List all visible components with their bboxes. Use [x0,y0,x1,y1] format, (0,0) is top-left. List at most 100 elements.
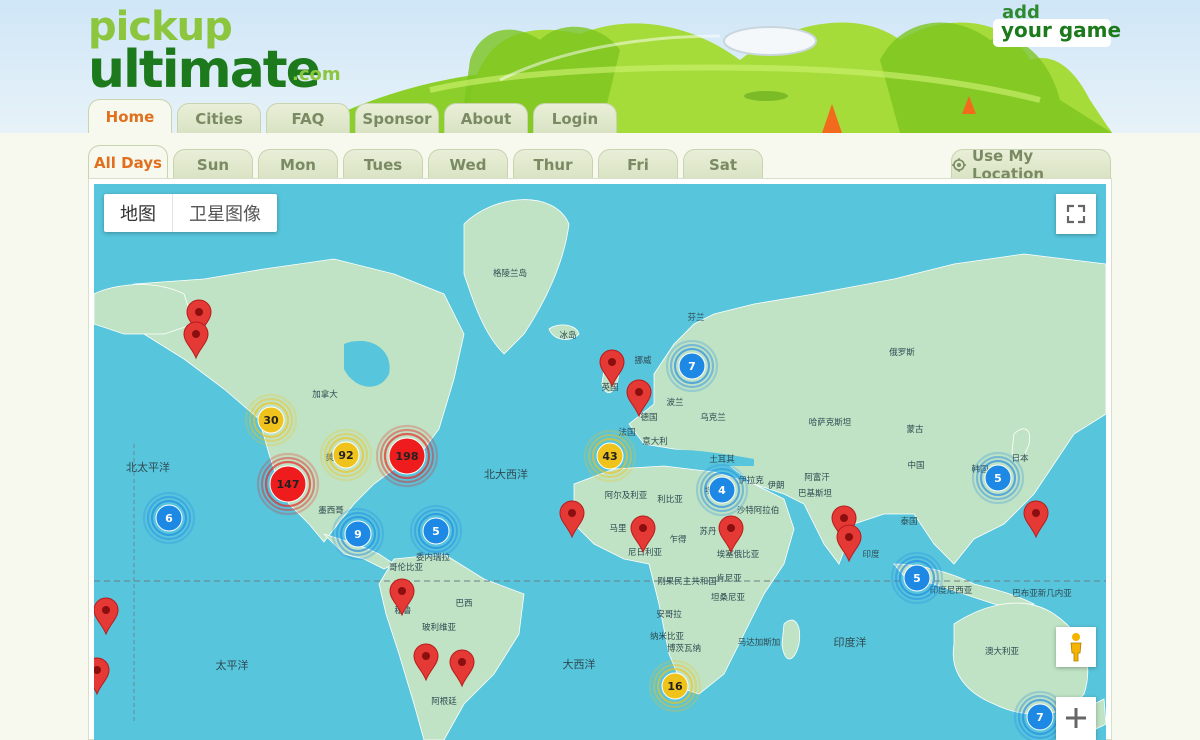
map-label: 土耳其 [709,454,735,465]
tab-cities[interactable]: Cities [177,103,261,133]
world-map[interactable]: 格陵兰岛冰岛芬兰挪威英国德国波兰乌克兰法国意大利加拿大美国墨西哥北太平洋北大西洋… [94,184,1106,740]
map-label: 意大利 [642,436,668,447]
cluster-count[interactable]: 16 [667,680,683,693]
map-label: 坦桑尼亚 [711,592,746,603]
game-cluster-marker[interactable]: 9 [331,507,385,561]
map-label: 阿富汗 [804,472,830,483]
map-label: 印度 [862,549,880,560]
tab-thur[interactable]: Thur [513,149,593,179]
use-my-location-button[interactable]: Use My Location [951,147,1111,183]
game-cluster-marker[interactable]: 7 [665,339,719,393]
cluster-count[interactable]: 92 [338,449,353,462]
map-label: 中国 [907,460,924,471]
game-cluster-marker[interactable]: 147 [256,452,320,516]
map-label: 埃塞俄比亚 [717,549,760,560]
zoom-in-button[interactable] [1056,697,1096,740]
map-label: 阿根廷 [431,696,457,707]
logo-ultimate: ultimate [88,40,321,100]
map-label: 太平洋 [216,658,249,672]
tab-faq[interactable]: FAQ [266,103,350,133]
map-label: 利比亚 [657,494,683,505]
game-cluster-marker[interactable]: 43 [583,429,637,483]
map-label: 巴布亚新几内亚 [1012,588,1072,599]
game-cluster-marker[interactable]: 198 [375,424,439,488]
game-cluster-marker[interactable]: 6 [142,491,196,545]
cluster-count[interactable]: 30 [263,414,279,427]
map-label: 俄罗斯 [889,347,915,358]
cluster-count[interactable]: 147 [277,478,300,491]
cluster-count[interactable]: 9 [354,528,362,541]
game-cluster-marker[interactable]: 5 [971,451,1025,505]
tab-login[interactable]: Login [533,103,617,133]
tab-wed[interactable]: Wed [428,149,508,179]
map-type-map-button[interactable]: 地图 [104,194,172,232]
map-label: 马里 [609,524,627,534]
map-label: 伊朗 [767,480,784,491]
map-label: 博茨瓦纳 [667,643,701,654]
cluster-count[interactable]: 6 [165,512,173,525]
game-cluster-marker[interactable]: 4 [695,463,749,517]
tab-mon[interactable]: Mon [258,149,338,179]
game-cluster-marker[interactable]: 5 [890,551,944,605]
cluster-count[interactable]: 198 [396,450,419,463]
map-label: 安哥拉 [656,609,682,620]
cluster-count[interactable]: 5 [432,525,440,538]
map-label: 泰国 [900,516,917,527]
map-label: 北大西洋 [484,467,528,481]
map-label: 马达加斯加 [738,637,781,648]
map-label: 加拿大 [312,389,338,400]
add-game-label[interactable]: your game [1001,18,1121,42]
fullscreen-icon [1066,204,1086,224]
cluster-count[interactable]: 4 [718,484,726,497]
map-canvas[interactable]: 格陵兰岛冰岛芬兰挪威英国德国波兰乌克兰法国意大利加拿大美国墨西哥北太平洋北大西洋… [94,184,1106,740]
map-label: 哥伦比亚 [389,562,424,573]
pegman-icon [1070,633,1082,662]
map-label: 英国 [601,382,618,393]
cluster-count[interactable]: 5 [913,572,921,585]
tab-sponsor[interactable]: Sponsor [355,103,439,133]
tab-all-days[interactable]: All Days [88,145,168,179]
cluster-count[interactable]: 43 [602,450,617,463]
map-label: 波兰 [666,397,683,408]
map-label: 纳米比亚 [650,631,685,642]
map-type-satellite-button[interactable]: 卫星图像 [172,194,277,232]
main-nav: Home Cities FAQ Sponsor About Login [88,99,622,133]
map-label: 沙特阿拉伯 [737,505,780,516]
map-label: 墨西哥 [318,506,344,516]
map-label: 阿尔及利亚 [605,490,648,501]
map-label: 肯尼亚 [716,573,742,584]
frisbee-icon [723,26,817,56]
tab-sat[interactable]: Sat [683,149,763,179]
map-label: 印度洋 [834,635,867,649]
map-label: 巴西 [455,599,472,609]
map-label: 冰岛 [559,330,576,341]
map-label: 蒙古 [906,424,924,435]
plus-icon [1066,708,1086,728]
tab-sun[interactable]: Sun [173,149,253,179]
map-label: 苏丹 [699,526,717,537]
tab-tues[interactable]: Tues [343,149,423,179]
map-label: 德国 [640,412,657,423]
game-cluster-marker[interactable]: 16 [648,659,702,713]
map-label: 北太平洋 [126,460,170,474]
cluster-count[interactable]: 7 [1036,711,1044,724]
cluster-count[interactable]: 5 [994,472,1002,485]
game-cluster-marker[interactable]: 5 [409,504,463,558]
alaska-land [94,284,195,335]
fullscreen-button[interactable] [1056,194,1096,234]
map-label: 格陵兰岛 [493,268,527,279]
tab-about[interactable]: About [444,103,528,133]
cluster-count[interactable]: 7 [688,360,696,373]
map-label: 哈萨克斯坦 [809,417,852,428]
street-view-button[interactable] [1056,627,1096,667]
crosshair-icon [952,157,966,172]
map-label: 挪威 [634,355,652,366]
tab-home[interactable]: Home [88,99,172,133]
map-label: 巴基斯坦 [798,488,833,499]
game-cluster-marker[interactable]: 92 [319,428,373,482]
map-type-control: 地图 卫星图像 [104,194,277,232]
game-cluster-marker[interactable]: 30 [244,393,298,447]
tab-fri[interactable]: Fri [598,149,678,179]
logo-suffix: .com [292,64,341,85]
map-label: 芬兰 [687,312,704,323]
